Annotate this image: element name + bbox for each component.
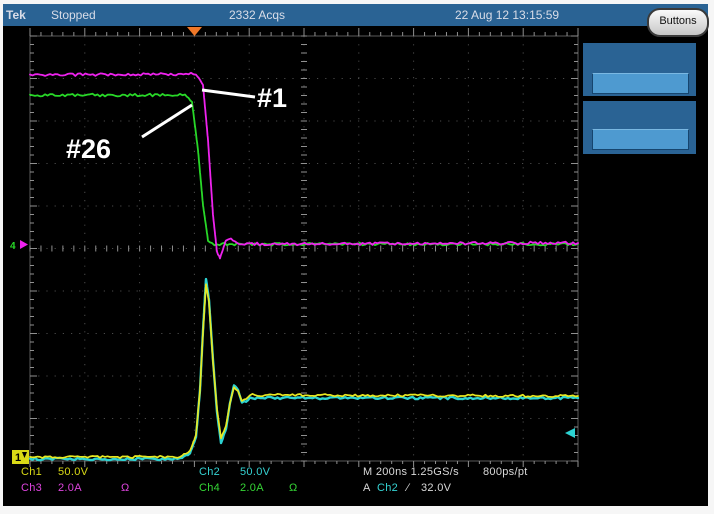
- resolution-readout: 800ps/pt: [483, 466, 528, 478]
- ch4-scale: 2.0A: [240, 482, 264, 494]
- ch4-coupling-icon: Ω: [289, 482, 298, 494]
- ch1-label: Ch1: [21, 466, 42, 478]
- trigger-prefix: A: [363, 482, 371, 494]
- trigger-level: 32.0V: [421, 482, 451, 494]
- ch1-scale: 50.0V: [58, 466, 88, 478]
- ch3-scale: 2.0A: [58, 482, 82, 494]
- status-bar: Tek Stopped 2332 Acqs 22 Aug 12 13:15:59: [3, 4, 708, 26]
- ch3-label: Ch3: [21, 482, 42, 494]
- buttons-button[interactable]: Buttons: [647, 8, 709, 37]
- datetime: 22 Aug 12 13:15:59: [455, 8, 559, 22]
- tek-logo: Tek: [6, 8, 26, 22]
- oscilloscope-screenshot: Tek Stopped 2332 Acqs 22 Aug 12 13:15:59…: [0, 0, 714, 514]
- acquisition-status: Stopped: [51, 8, 96, 22]
- side-menu-panel-1: [583, 43, 696, 96]
- scope-screen: Tek Stopped 2332 Acqs 22 Aug 12 13:15:59…: [3, 4, 708, 506]
- side-menu-panel-2: [583, 101, 696, 154]
- ch2-label: Ch2: [199, 466, 220, 478]
- ch3-coupling-icon: Ω: [121, 482, 130, 494]
- timebase-readout: M 200ns 1.25GS/s: [363, 466, 459, 478]
- side-menu-button-1[interactable]: [592, 73, 689, 94]
- ch4-label: Ch4: [199, 482, 220, 494]
- trigger-source: Ch2: [377, 482, 398, 494]
- acquisition-count: 2332 Acqs: [229, 8, 285, 22]
- side-menu-button-2[interactable]: [592, 129, 689, 150]
- trigger-slope-icon: ∕: [407, 482, 409, 494]
- ch2-scale: 50.0V: [240, 466, 270, 478]
